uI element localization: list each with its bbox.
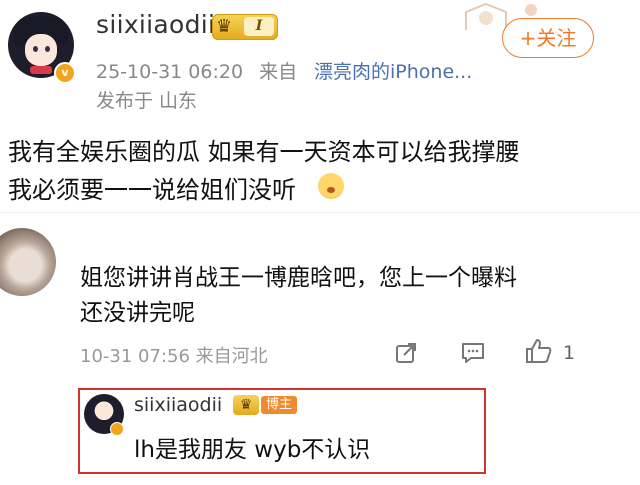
like-count: 1 xyxy=(563,342,576,364)
verified-v-icon xyxy=(110,422,124,436)
level-badge: ♛ I xyxy=(212,14,278,40)
post-timestamp-value: 25-10-31 06:20 xyxy=(96,61,244,83)
reply-author-username[interactable]: siixiiaodii xyxy=(134,394,222,416)
comment-meta: 10-31 07:56 来自河北 xyxy=(80,346,268,367)
level-badge-label: I xyxy=(244,17,274,36)
comment-text-line-2: 还没讲完呢 xyxy=(80,300,195,326)
blogger-tag: 博主 xyxy=(261,396,298,414)
comment-icon[interactable] xyxy=(461,342,485,364)
crown-icon: ♛ xyxy=(233,395,259,415)
reply-text: lh是我朋友 wyb不认识 xyxy=(134,437,371,463)
follow-button[interactable]: +关注 xyxy=(502,18,594,58)
comment-text-line-1: 姐您讲讲肖战王一博鹿晗吧，您上一个曝料 xyxy=(80,265,517,291)
verified-v-icon: v xyxy=(54,62,76,84)
post-source-device[interactable]: 漂亮肉的iPhone... xyxy=(314,57,472,84)
post-timestamp: 25-10-31 06:20 来自 xyxy=(96,57,297,84)
post-text-line-2: 我必须要一一说给姐们没听 xyxy=(8,176,296,204)
post-text-line-1: 我有全娱乐圈的瓜 如果有一天资本可以给我撑腰 xyxy=(8,138,520,166)
post-source-prefix: 来自 xyxy=(259,61,298,83)
thumbs-up-icon[interactable] xyxy=(525,338,553,364)
divider xyxy=(0,212,640,213)
shocked-face-emoji-icon xyxy=(318,173,344,199)
crown-icon: ♛ xyxy=(216,16,233,37)
share-icon[interactable] xyxy=(395,342,417,364)
post-location: 发布于 山东 xyxy=(96,90,198,112)
author-username[interactable]: siixiiaodii xyxy=(96,10,215,39)
